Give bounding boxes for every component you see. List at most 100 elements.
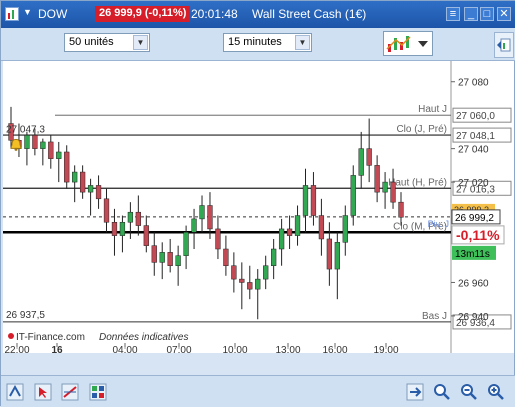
clock-time: 20:01:48 xyxy=(191,7,238,21)
candle-body[interactable] xyxy=(231,265,237,280)
candle-body[interactable] xyxy=(207,205,213,230)
candle-body[interactable] xyxy=(350,175,356,216)
level-name: Clo (J, Pré) xyxy=(396,124,447,135)
candle-body[interactable] xyxy=(32,135,38,149)
candle-body[interactable] xyxy=(40,141,46,149)
price-badge: 26 999,9 (-0,11%) xyxy=(95,6,191,22)
chart-icon[interactable] xyxy=(5,7,19,21)
toolbar: 50 unités ▼ 15 minutes ▼ xyxy=(1,28,515,61)
candle-body[interactable] xyxy=(223,248,229,266)
bell-body xyxy=(10,138,22,149)
candle-body[interactable] xyxy=(342,215,348,243)
bell-icon[interactable] xyxy=(10,138,22,151)
zoom-out-icon[interactable] xyxy=(460,383,478,401)
candle-body[interactable] xyxy=(79,171,86,193)
candle-body[interactable] xyxy=(48,141,54,159)
x-tick-label: 07:00 xyxy=(166,345,191,353)
minimize-button[interactable]: _ xyxy=(464,7,478,21)
candle-body[interactable] xyxy=(239,278,245,283)
candle-body[interactable] xyxy=(167,252,173,266)
candle-body[interactable] xyxy=(358,148,364,176)
candle-body[interactable] xyxy=(366,148,372,166)
candle-body[interactable] xyxy=(286,228,293,236)
y-tick-label: 27 080 xyxy=(458,78,489,89)
side-panel-toggle[interactable] xyxy=(494,32,514,58)
candle-body[interactable] xyxy=(183,232,189,256)
candle-body[interactable] xyxy=(127,211,134,223)
bell-clapper xyxy=(14,147,18,151)
candle-body[interactable] xyxy=(143,225,149,246)
source-logo xyxy=(8,333,14,339)
price-chart[interactable]: Haut J 27 060,0 Clo (J, Pré) 27 048,1 Haut (… xyxy=(3,61,514,356)
x-tick-label: 10:00 xyxy=(222,345,247,353)
level-name: Haut J xyxy=(418,104,447,115)
candle-body[interactable] xyxy=(95,185,102,200)
candle-body[interactable] xyxy=(135,211,141,226)
interval-select[interactable]: 15 minutes ▼ xyxy=(223,33,312,52)
candle-body[interactable] xyxy=(159,252,165,263)
cursor-icon[interactable] xyxy=(34,383,52,401)
level-name: Bas J xyxy=(422,311,447,322)
scroll-right-icon[interactable] xyxy=(406,383,424,401)
candle-body[interactable] xyxy=(56,151,62,159)
countdown-label: 13m11s xyxy=(455,249,490,260)
dropdown-arrow-icon[interactable]: ▼ xyxy=(23,7,32,17)
units-select[interactable]: 50 unités ▼ xyxy=(64,33,150,52)
chevron-down-icon[interactable]: ▼ xyxy=(133,35,148,50)
candle-body[interactable] xyxy=(111,221,118,236)
candle-body[interactable] xyxy=(72,171,78,183)
zoom-in-icon[interactable] xyxy=(487,383,505,401)
x-tick-label: 22:00 xyxy=(4,345,29,353)
candle-body[interactable] xyxy=(175,255,181,266)
product-name: Wall Street Cash (1€) xyxy=(252,7,367,21)
instrument-name[interactable]: DOW xyxy=(38,7,67,21)
indicators-button[interactable] xyxy=(383,31,433,56)
zoom-fit-icon[interactable] xyxy=(433,383,451,401)
candle-body[interactable] xyxy=(318,215,325,240)
candle-body[interactable] xyxy=(215,228,221,250)
candle-body[interactable] xyxy=(151,245,157,263)
candle-body[interactable] xyxy=(390,181,396,203)
candle-body[interactable] xyxy=(255,278,261,290)
candle-body[interactable] xyxy=(294,215,301,236)
candle-body[interactable] xyxy=(199,205,205,220)
level-name: Haut (H, Pré) xyxy=(388,177,447,188)
candle-body[interactable] xyxy=(326,238,333,270)
y-tick-label: 27 020 xyxy=(458,178,489,189)
candle-body[interactable] xyxy=(271,248,277,266)
candle-body[interactable] xyxy=(302,185,309,216)
candle-body[interactable] xyxy=(191,218,197,233)
source-name: IT-Finance.com xyxy=(16,332,85,343)
chevron-down-icon[interactable]: ▼ xyxy=(295,35,310,50)
chart-svg[interactable]: Haut J 27 060,0 Clo (J, Pré) 27 048,1 Haut (… xyxy=(3,61,514,356)
maximize-button[interactable]: □ xyxy=(480,7,494,21)
left-low-label: 26 937,5 xyxy=(6,310,45,321)
candle-body[interactable] xyxy=(334,242,340,270)
candle-body[interactable] xyxy=(119,221,126,236)
level-value-label: 27 048,1 xyxy=(456,131,495,142)
candle-body[interactable] xyxy=(278,228,285,250)
x-tick-label: 16:00 xyxy=(322,345,347,353)
candle-body[interactable] xyxy=(247,282,253,290)
bottom-toolbar xyxy=(1,375,515,407)
trend-line-icon[interactable] xyxy=(61,383,79,401)
source-footer: IT-Finance.com Données indicatives xyxy=(8,332,189,343)
candle-body[interactable] xyxy=(382,181,388,193)
grid-layout-icon[interactable] xyxy=(89,383,107,401)
units-select-value: 50 unités xyxy=(69,36,114,48)
candle-body[interactable] xyxy=(24,135,30,149)
candle-body[interactable] xyxy=(398,201,404,218)
indicators-icon xyxy=(386,36,428,52)
candle-body[interactable] xyxy=(103,198,110,223)
last-price-label: 26 999,2 xyxy=(455,213,494,224)
source-note: Données indicatives xyxy=(99,332,189,343)
drawing-tool-icon[interactable] xyxy=(6,383,24,401)
list-menu-icon[interactable]: ≡ xyxy=(446,7,460,21)
candle-body[interactable] xyxy=(263,265,269,280)
candle-body[interactable] xyxy=(374,165,380,193)
app-window: ▼ DOW 26 999,9 (-0,11%) 20:01:48 Wall St… xyxy=(0,0,515,407)
candle-body[interactable] xyxy=(310,185,317,216)
candle-body[interactable] xyxy=(87,185,94,193)
close-button[interactable]: ✕ xyxy=(497,7,511,21)
candle-body[interactable] xyxy=(64,151,70,183)
